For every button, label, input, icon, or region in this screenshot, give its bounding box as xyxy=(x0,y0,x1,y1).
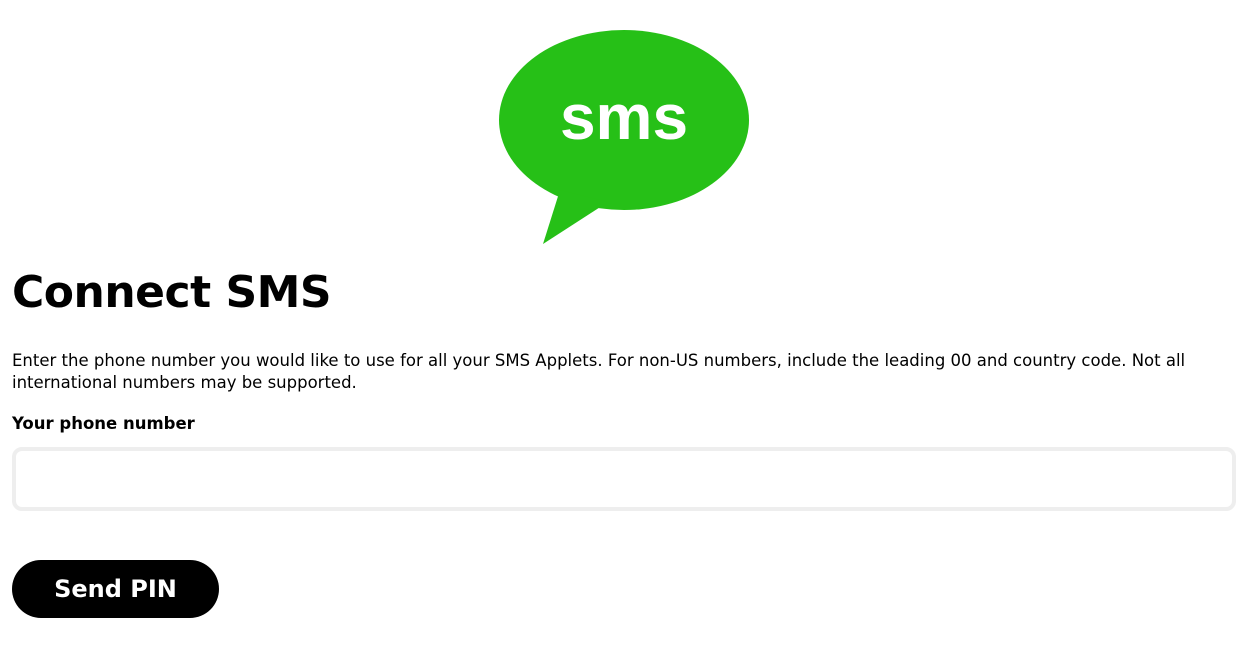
phone-number-input[interactable] xyxy=(12,447,1236,511)
page-title: Connect SMS xyxy=(12,267,332,318)
sms-logo-text: sms xyxy=(560,81,688,153)
send-pin-button[interactable]: Send PIN xyxy=(12,560,219,618)
sms-logo: sms xyxy=(498,30,750,246)
sms-speech-bubble-icon: sms xyxy=(499,30,749,244)
phone-number-label: Your phone number xyxy=(12,414,195,433)
page-description: Enter the phone number you would like to… xyxy=(12,351,1186,392)
